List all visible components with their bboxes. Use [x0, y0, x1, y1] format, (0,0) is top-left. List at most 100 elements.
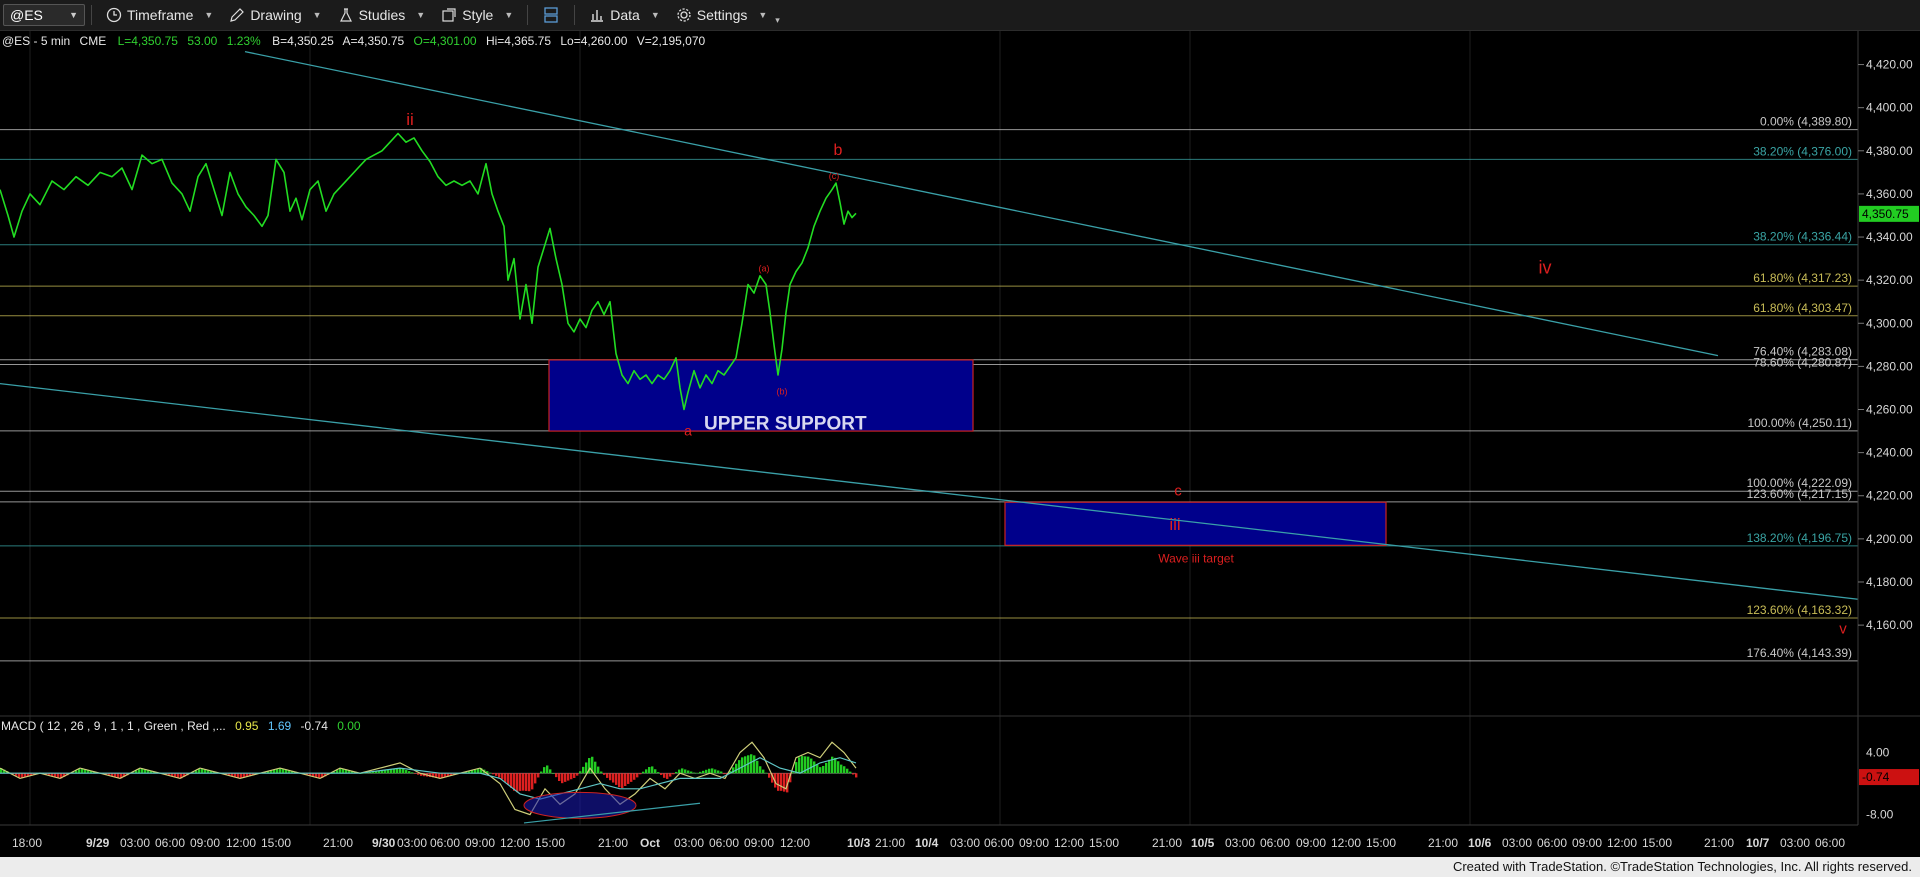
macd-histogram-bar	[600, 771, 603, 774]
macd-histogram-bar	[639, 773, 642, 775]
macd-histogram-bar	[555, 773, 558, 778]
style-label: Style	[462, 7, 494, 23]
chevron-down-icon: ▼	[416, 10, 426, 20]
macd-histogram-bar	[849, 771, 852, 774]
studies-label: Studies	[358, 7, 406, 23]
x-tick-label: 15:00	[261, 836, 291, 850]
macd-histogram-bar	[612, 773, 615, 783]
macd-histogram-bar	[840, 764, 843, 774]
chart-area[interactable]: UPPER SUPPORT 0.00% (4,389.80) 38.20% (4,…	[0, 31, 1920, 857]
macd-histogram-bar	[720, 771, 723, 774]
macd-histogram-bar	[582, 766, 585, 774]
macd-histogram-bar	[492, 773, 495, 775]
macd-histogram-bar	[642, 771, 645, 774]
fib-label: 38.20% (4,336.44)	[1753, 230, 1852, 244]
quote-header: @ES - 5 min CME L=4,350.75 53.00 1.23% B…	[2, 34, 706, 48]
macd-histogram-bar	[735, 763, 738, 774]
y-tick-label: 4,220.00	[1866, 489, 1913, 503]
x-tick-label: 09:00	[465, 836, 495, 850]
macd-histogram-bar	[762, 769, 765, 774]
macd-histogram-bar	[501, 773, 504, 780]
macd-histogram-bar	[609, 773, 612, 781]
pencil-icon	[230, 8, 245, 22]
y-tick-label: 4,260.00	[1866, 403, 1913, 417]
wave-label-target: Wave iii target	[1158, 552, 1234, 566]
macd-histogram-bar	[519, 773, 522, 791]
macd-histogram-bar	[627, 773, 630, 784]
macd-histogram-bar	[489, 772, 492, 774]
wave-label-b: b	[834, 142, 843, 159]
x-tick-label: 21:00	[1428, 836, 1458, 850]
macd-histogram-bar	[681, 768, 684, 774]
macd-y-tick-label: 4.00	[1866, 746, 1890, 760]
last-price-tag: 4,350.75	[1859, 205, 1919, 222]
x-tick-label: 06:00	[984, 836, 1014, 850]
high-price: Hi=4,365.75	[486, 34, 551, 48]
symbol-selector[interactable]: @ES ▼	[3, 4, 85, 26]
x-tick-label: 06:00	[430, 836, 460, 850]
x-tick-label: 21:00	[323, 836, 353, 850]
wave-iii-target-zone	[1004, 501, 1387, 546]
macd-histogram-bar	[558, 773, 561, 781]
macd-histogram-bar	[672, 773, 675, 775]
macd-histogram-bar	[711, 768, 714, 774]
toolbar: @ES ▼ Timeframe ▼ Drawing ▼ Studies ▼ St…	[0, 0, 1920, 31]
macd-histogram-bar	[531, 773, 534, 790]
x-tick-label: 03:00	[397, 836, 427, 850]
macd-histogram-bar	[408, 771, 411, 774]
wave-label-c-small: (c)	[829, 171, 840, 181]
settings-button[interactable]: Settings ▼	[668, 0, 776, 30]
x-tick-label: 21:00	[875, 836, 905, 850]
x-tick-label: 10/3	[847, 836, 871, 850]
x-tick-label: 03:00	[674, 836, 704, 850]
macd-histogram-bar	[540, 771, 543, 774]
macd-histogram-bar	[477, 768, 480, 774]
overflow-chevron-icon[interactable]: ▾	[775, 15, 780, 26]
fib-label: 123.60% (4,163.32)	[1747, 603, 1852, 617]
pct-change: 1.23%	[227, 34, 261, 48]
wave-label-b-small: (b)	[777, 386, 788, 396]
y-tick-label: 4,400.00	[1866, 101, 1913, 115]
macd-histogram-bar	[522, 773, 525, 791]
macd-histogram-bar	[846, 768, 849, 774]
macd-histogram-bar	[576, 773, 579, 776]
x-tick-label: 10/4	[915, 836, 939, 850]
y-tick-label: 4,300.00	[1866, 316, 1913, 330]
macd-histogram-bar	[705, 769, 708, 774]
studies-button[interactable]: Studies ▼	[330, 0, 434, 30]
timeframe-button[interactable]: Timeframe ▼	[98, 0, 221, 30]
macd-histogram-bar	[675, 771, 678, 774]
x-tick-label: 12:00	[780, 836, 810, 850]
data-button[interactable]: Data ▼	[581, 0, 668, 30]
layout-button[interactable]	[534, 0, 568, 30]
footer-credit: Created with TradeStation. ©TradeStation…	[1452, 859, 1912, 874]
macd-histogram-bar	[567, 773, 570, 781]
macd-histogram-bar	[279, 768, 282, 774]
chevron-down-icon: ▼	[312, 10, 322, 20]
macd-histogram-bar	[237, 773, 240, 778]
macd-histogram-bar	[177, 773, 180, 778]
x-tick-label: 18:00	[12, 836, 42, 850]
x-tick-label: 03:00	[1502, 836, 1532, 850]
x-tick-label: 12:00	[1054, 836, 1084, 850]
macd-histogram-bar	[318, 773, 321, 778]
last-price-tag-text: 4,350.75	[1862, 207, 1909, 221]
macd-histogram-bar	[594, 761, 597, 774]
macd-histogram-bar	[708, 768, 711, 774]
macd-histogram-bar	[777, 773, 780, 791]
macd-histogram-bar	[765, 772, 768, 774]
macd-histogram-bar	[621, 773, 624, 789]
fib-label: 38.20% (4,376.00)	[1753, 144, 1852, 158]
settings-label: Settings	[696, 7, 748, 23]
macd-histogram-bar	[390, 769, 393, 774]
divergence-ellipse	[523, 791, 637, 819]
macd-histogram-bar	[537, 773, 540, 778]
toolbar-divider	[527, 5, 529, 25]
drawing-button[interactable]: Drawing ▼	[221, 0, 329, 30]
x-tick-label: 12:00	[1607, 836, 1637, 850]
style-icon	[442, 8, 456, 22]
chevron-down-icon: ▼	[69, 10, 78, 20]
x-tick-label: 21:00	[598, 836, 628, 850]
style-button[interactable]: Style ▼	[433, 0, 521, 30]
footer: Created with TradeStation. ©TradeStation…	[0, 857, 1920, 877]
